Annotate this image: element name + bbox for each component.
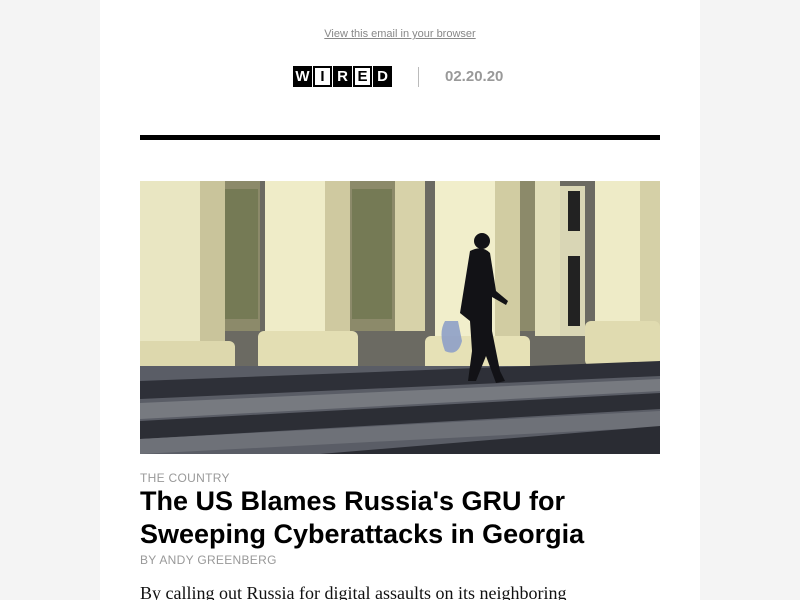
hero-image[interactable] — [140, 181, 660, 454]
logo-letter: R — [333, 66, 352, 87]
section-rule — [140, 135, 660, 140]
wired-logo[interactable]: W I R E D — [293, 66, 392, 87]
logo-letter: W — [293, 66, 312, 87]
article-lede: By calling out Russia for digital assaul… — [140, 583, 567, 600]
logo-letter: I — [313, 66, 332, 87]
view-in-browser-link[interactable]: View this email in your browser — [100, 28, 700, 40]
logo-letter: E — [353, 66, 372, 87]
article-headline[interactable]: The US Blames Russia's GRU for Sweeping … — [140, 485, 660, 551]
logo-letter: D — [373, 66, 392, 87]
hero-photo — [140, 181, 660, 454]
issue-date: 02.20.20 — [445, 68, 504, 85]
email-body: View this email in your browser W I R E … — [100, 0, 700, 600]
header-divider — [418, 67, 419, 87]
article-kicker: THE COUNTRY — [140, 471, 230, 485]
masthead: W I R E D 02.20.20 — [100, 66, 700, 88]
article-byline: BY ANDY GREENBERG — [140, 553, 277, 567]
